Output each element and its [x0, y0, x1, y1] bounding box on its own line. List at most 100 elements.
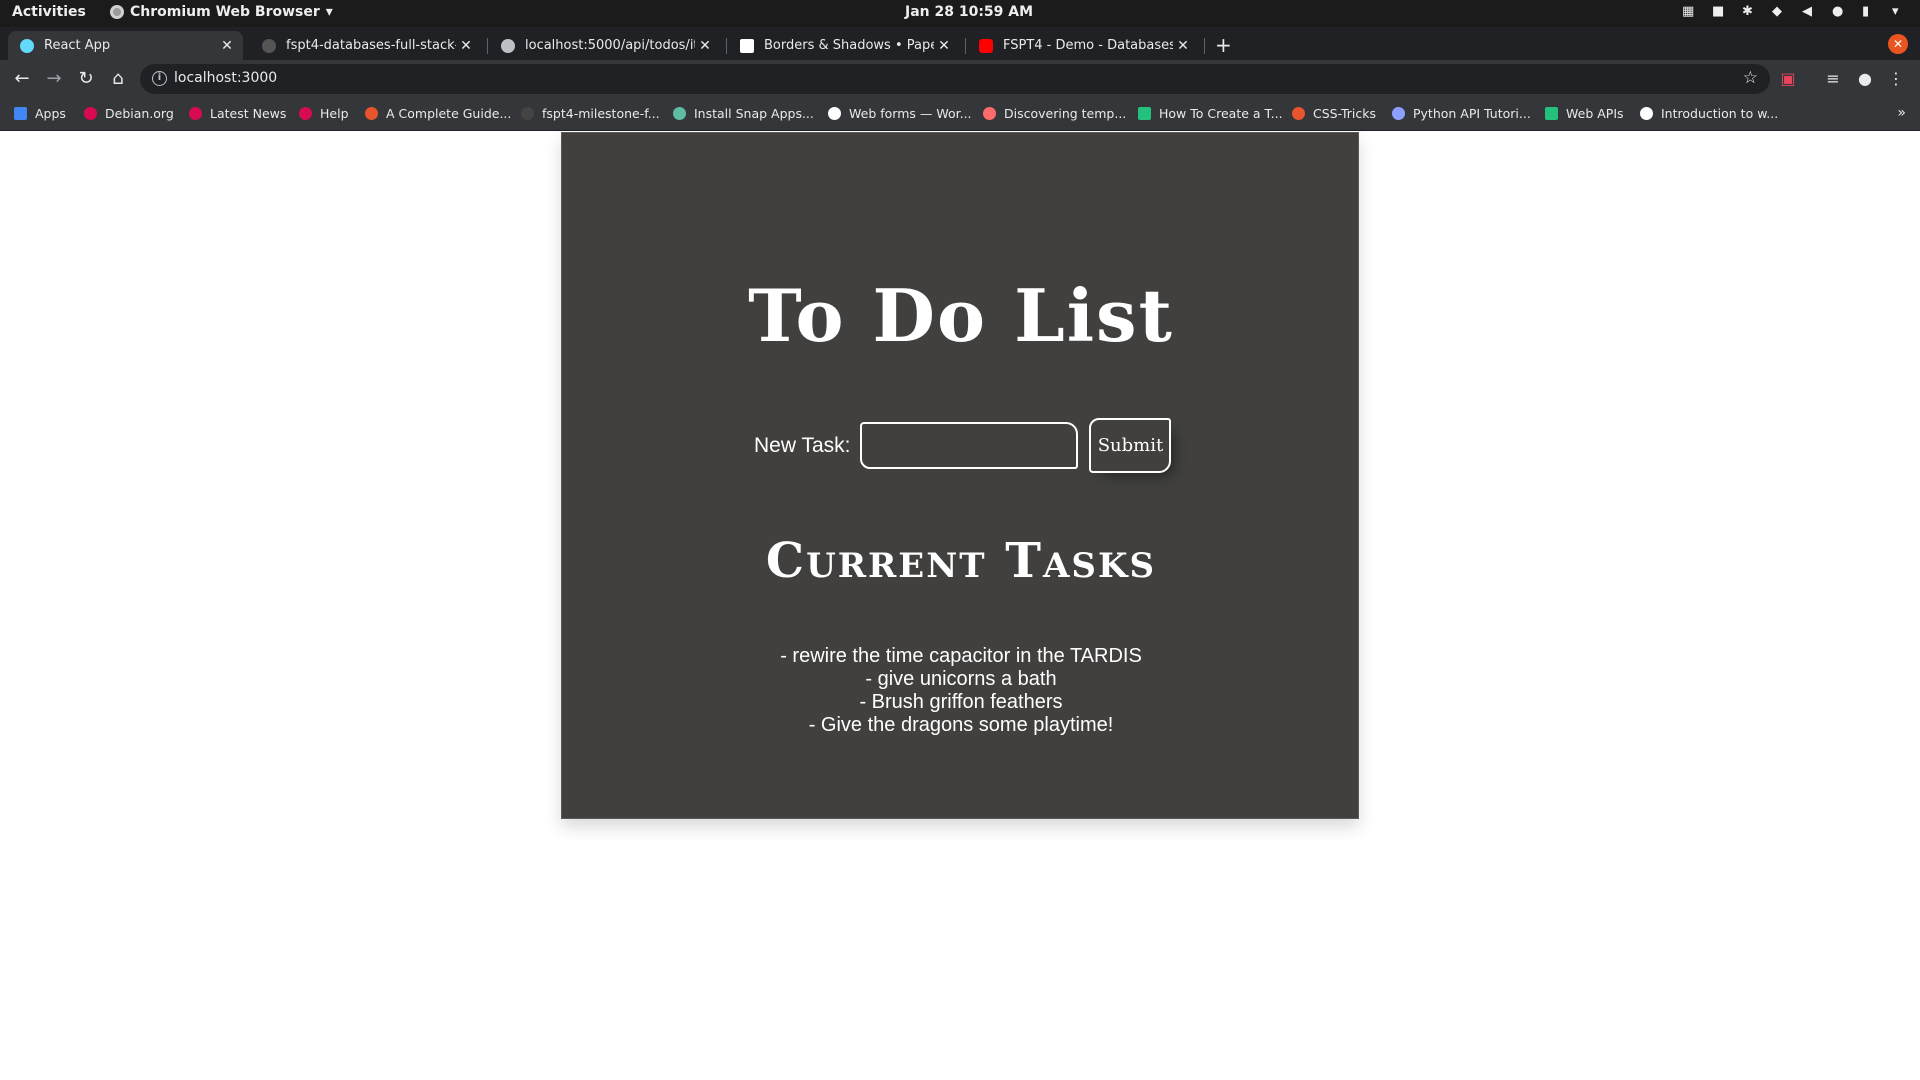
bookmark-label: Apps: [35, 106, 66, 121]
tab-strip: React App ✕ fspt4-databases-full-stack-a…: [0, 27, 1920, 60]
css-tricks-icon: [365, 107, 378, 120]
battery-icon[interactable]: ▮: [1862, 4, 1878, 19]
volume-icon[interactable]: ◀: [1802, 4, 1818, 19]
task-item: - rewire the time capacitor in the TARDI…: [780, 645, 1142, 667]
bookmark-install-snap[interactable]: Install Snap Apps...: [673, 106, 814, 121]
activities-button[interactable]: Activities: [12, 4, 86, 20]
camera-icon[interactable]: ■: [1712, 4, 1728, 19]
discover-icon: [983, 107, 996, 120]
debian-icon: [299, 107, 312, 120]
bookmark-label: CSS-Tricks: [1313, 106, 1376, 121]
bookmark-label: Introduction to w...: [1661, 106, 1779, 121]
mdn-icon: [828, 107, 841, 120]
tab-localhost-api[interactable]: localhost:5000/api/todos/ite ✕: [489, 31, 721, 60]
bookmark-complete-guide[interactable]: A Complete Guide...: [365, 106, 511, 121]
bookmark-introduction[interactable]: Introduction to w...: [1640, 106, 1778, 121]
close-icon[interactable]: ✕: [695, 38, 715, 54]
microphone-icon[interactable]: ●: [1832, 4, 1848, 19]
bookmark-fspt4-milestone[interactable]: fspt4-milestone-f...: [521, 106, 660, 121]
react-icon: [20, 38, 34, 53]
todo-card: To Do List New Task: Submit Current Task…: [561, 132, 1359, 819]
bookmark-label: Web APIs: [1566, 106, 1624, 121]
system-tray[interactable]: ▦ ■ ✱ ◆ ◀ ● ▮ ▾: [1682, 4, 1908, 19]
chromium-icon: [110, 5, 124, 19]
task-item: - give unicorns a bath: [865, 668, 1057, 690]
page-title: To Do List: [748, 273, 1174, 358]
tab-youtube[interactable]: FSPT4 - Demo - Databases / Fu ✕: [967, 31, 1199, 60]
chevron-down-icon: ▾: [325, 4, 333, 20]
task-item: - Give the dragons some playtime!: [808, 714, 1114, 736]
tab-github[interactable]: fspt4-databases-full-stack-ap ✕: [250, 31, 482, 60]
close-icon[interactable]: ✕: [456, 38, 476, 54]
bookmark-help[interactable]: Help: [299, 106, 349, 121]
menu-kebab-icon[interactable]: ⋮: [1886, 69, 1906, 89]
close-icon[interactable]: ✕: [934, 38, 954, 54]
new-task-form: New Task: Submit: [754, 418, 1172, 473]
tab-title: Borders & Shadows • PaperCS: [764, 38, 934, 53]
address-bar[interactable]: i localhost:3000 ☆: [140, 64, 1770, 94]
task-item: - Brush griffon feathers: [859, 691, 1063, 713]
window-close-button[interactable]: ✕: [1888, 34, 1908, 54]
tab-separator: [487, 38, 488, 54]
close-icon[interactable]: ✕: [1173, 38, 1193, 54]
tab-title: fspt4-databases-full-stack-ap: [286, 38, 456, 53]
extension-icon[interactable]: ▣: [1778, 69, 1798, 89]
bookmark-css-tricks[interactable]: CSS-Tricks: [1292, 106, 1376, 121]
media-controls-icon[interactable]: ≡: [1823, 69, 1843, 89]
tab-title: React App: [44, 38, 111, 53]
bookmarks-overflow-icon[interactable]: »: [1897, 105, 1906, 121]
tab-papercss[interactable]: Borders & Shadows • PaperCS ✕: [728, 31, 960, 60]
current-tasks-heading: Current Tasks: [765, 533, 1157, 589]
snap-icon: [673, 107, 686, 120]
wifi-icon[interactable]: ◆: [1772, 4, 1788, 19]
bookmark-label: Help: [320, 106, 349, 121]
tab-title: localhost:5000/api/todos/ite: [525, 38, 695, 53]
w-icon: [1138, 107, 1151, 120]
bookmark-label: A Complete Guide...: [386, 106, 512, 121]
browser-toolbar: ← → ↻ ⌂ i localhost:3000 ☆ ▣ ≡ ● ⋮: [0, 60, 1920, 98]
bookmark-debian[interactable]: Debian.org: [84, 106, 174, 121]
bookmark-star-icon[interactable]: ☆: [1743, 68, 1758, 88]
new-tab-button[interactable]: +: [1215, 33, 1232, 57]
back-button[interactable]: ←: [10, 67, 34, 91]
w-icon: [1545, 107, 1558, 120]
page-viewport: To Do List New Task: Submit Current Task…: [0, 132, 1920, 1080]
tab-react-app[interactable]: React App ✕: [8, 31, 243, 60]
new-task-input[interactable]: [860, 422, 1079, 469]
bookmark-python-api[interactable]: Python API Tutori...: [1392, 106, 1531, 121]
bookmark-label: Web forms — Wor...: [849, 106, 972, 121]
new-task-label: New Task:: [754, 433, 851, 457]
tab-title: FSPT4 - Demo - Databases / Fu: [1003, 38, 1173, 53]
youtube-icon: [979, 38, 993, 53]
submit-button[interactable]: Submit: [1089, 418, 1172, 473]
profile-icon[interactable]: ●: [1855, 69, 1875, 89]
mdn-icon: [1640, 107, 1653, 120]
bookmark-label: Debian.org: [105, 106, 174, 121]
bookmark-how-to-create[interactable]: How To Create a T...: [1138, 106, 1283, 121]
forward-button[interactable]: →: [42, 67, 66, 91]
bookmark-web-forms[interactable]: Web forms — Wor...: [828, 106, 972, 121]
app-menu[interactable]: Chromium Web Browser ▾: [110, 4, 333, 20]
app-menu-label: Chromium Web Browser: [130, 4, 320, 20]
home-button[interactable]: ⌂: [106, 67, 130, 91]
url-text[interactable]: localhost:3000: [174, 70, 277, 86]
bookmark-label: Install Snap Apps...: [694, 106, 814, 121]
reload-button[interactable]: ↻: [74, 67, 98, 91]
task-list: - rewire the time capacitor in the TARDI…: [562, 645, 1360, 737]
github-icon: [262, 38, 276, 53]
bookmark-web-apis[interactable]: Web APIs: [1545, 106, 1624, 121]
clock[interactable]: Jan 28 10:59 AM: [905, 4, 1033, 20]
github-icon: [521, 107, 534, 120]
close-icon[interactable]: ✕: [217, 38, 237, 54]
bookmark-latest-news[interactable]: Latest News: [189, 106, 286, 121]
info-icon[interactable]: i: [152, 71, 167, 86]
css-tricks-icon: [1292, 107, 1305, 120]
bookmark-apps[interactable]: Apps: [14, 106, 66, 121]
bookmark-discovering-temp[interactable]: Discovering temp...: [983, 106, 1126, 121]
bookmark-label: fspt4-milestone-f...: [542, 106, 660, 121]
debian-icon: [84, 107, 97, 120]
tab-separator: [1204, 38, 1205, 54]
slack-icon[interactable]: ✱: [1742, 4, 1758, 19]
chevron-down-icon[interactable]: ▾: [1892, 4, 1908, 19]
workspace-icon[interactable]: ▦: [1682, 4, 1698, 19]
